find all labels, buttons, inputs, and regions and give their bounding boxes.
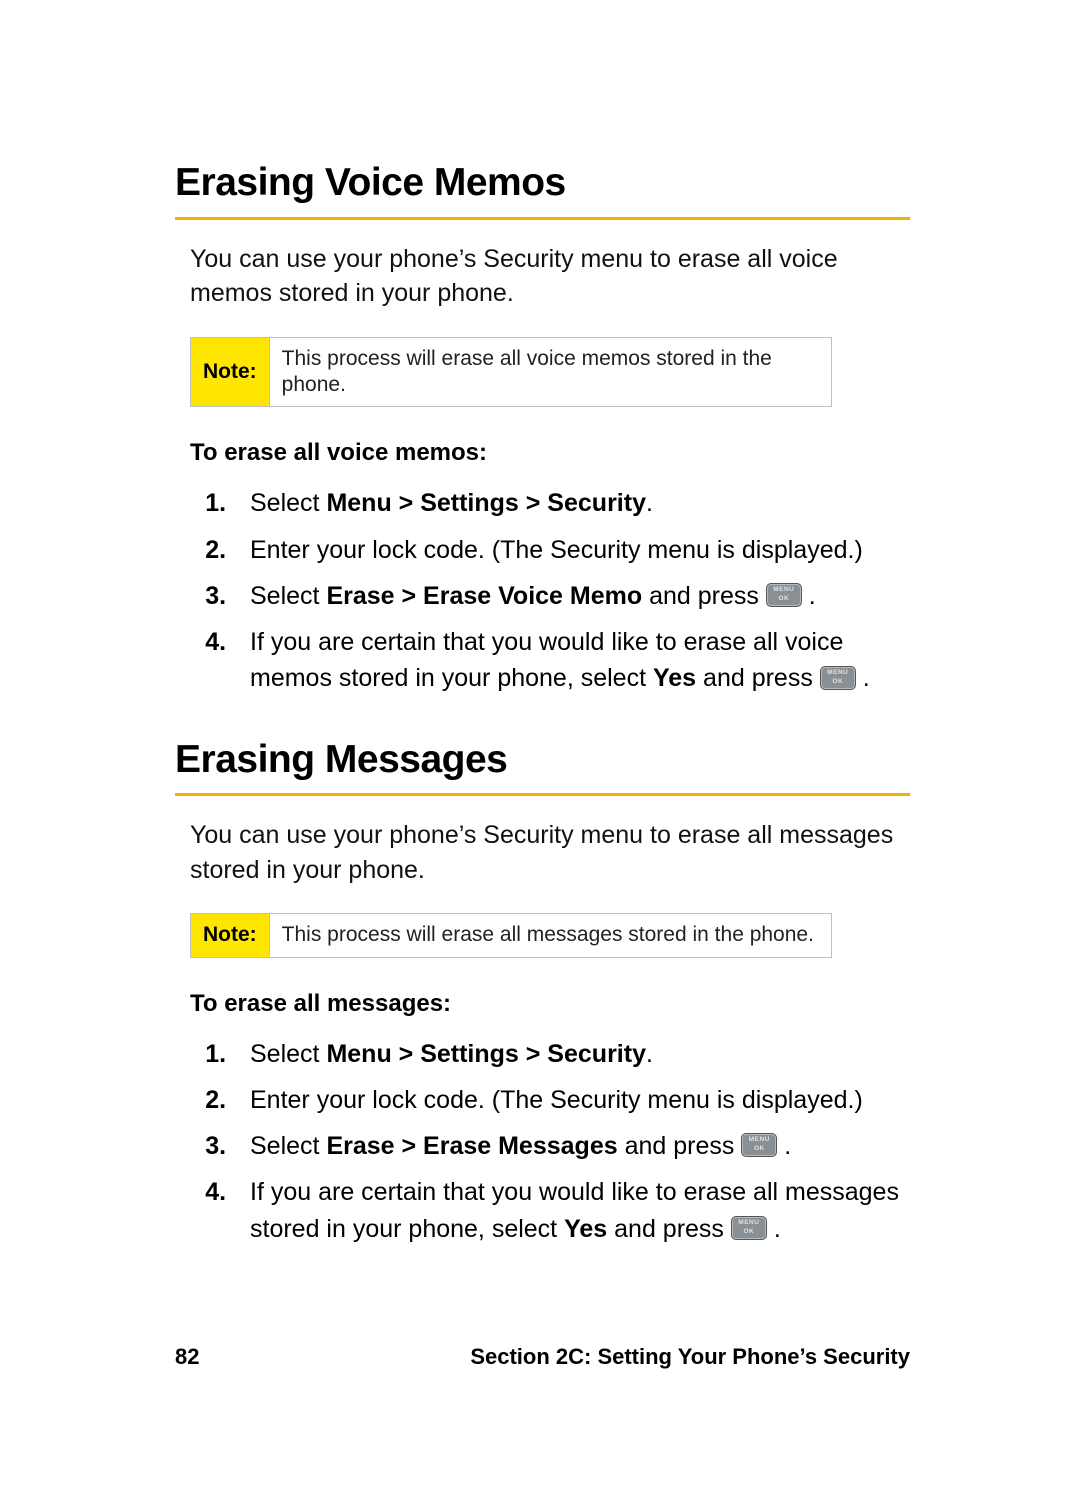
step-bold: Erase > Erase Voice Memo [326, 582, 642, 610]
note-callout: Note: This process will erase all voice … [190, 337, 832, 408]
step-text: . [856, 664, 870, 692]
note-label: Note: [191, 914, 270, 956]
step-text: Select [250, 1040, 326, 1068]
step-item: Select Erase > Erase Messages and press … [240, 1128, 910, 1164]
step-text: Select [250, 582, 326, 610]
step-text: Enter your lock code. (The Security menu… [250, 1086, 863, 1114]
menu-ok-button-icon [741, 1133, 777, 1157]
section-erasing-messages: Erasing Messages You can use your phone’… [175, 737, 910, 1247]
page-number: 82 [175, 1344, 199, 1370]
step-text: . [767, 1215, 781, 1243]
step-text: and press [696, 664, 820, 692]
menu-ok-button-icon [820, 666, 856, 690]
step-item: Enter your lock code. (The Security menu… [240, 532, 910, 568]
step-text: and press [642, 582, 766, 610]
footer-section-label: Section 2C: Setting Your Phone’s Securit… [470, 1344, 910, 1370]
step-text: . [646, 489, 653, 517]
step-text: Select [250, 489, 326, 517]
step-bold: Menu > Settings > Security [326, 1040, 646, 1068]
section-intro: You can use your phone’s Security menu t… [190, 242, 910, 311]
page-footer: 82 Section 2C: Setting Your Phone’s Secu… [175, 1344, 910, 1370]
section-title: Erasing Voice Memos [175, 160, 910, 207]
step-bold: Erase > Erase Messages [326, 1132, 617, 1160]
step-item: If you are certain that you would like t… [240, 624, 910, 697]
step-item: Select Menu > Settings > Security. [240, 485, 910, 521]
step-item: If you are certain that you would like t… [240, 1174, 910, 1247]
note-text: This process will erase all voice memos … [270, 338, 831, 407]
note-callout: Note: This process will erase all messag… [190, 913, 832, 957]
steps-list: Select Menu > Settings > Security. Enter… [200, 485, 910, 696]
section-divider [175, 217, 910, 220]
menu-ok-button-icon [731, 1216, 767, 1240]
instructions-heading: To erase all messages: [190, 990, 910, 1018]
step-text: Select [250, 1132, 326, 1160]
manual-page: Erasing Voice Memos You can use your pho… [0, 0, 1080, 1512]
section-intro: You can use your phone’s Security menu t… [190, 818, 910, 887]
instructions-heading: To erase all voice memos: [190, 439, 910, 467]
step-text: . [777, 1132, 791, 1160]
note-text: This process will erase all messages sto… [270, 914, 826, 956]
step-text: . [646, 1040, 653, 1068]
step-item: Enter your lock code. (The Security menu… [240, 1082, 910, 1118]
note-label: Note: [191, 338, 270, 407]
steps-list: Select Menu > Settings > Security. Enter… [200, 1036, 910, 1247]
section-divider [175, 793, 910, 796]
step-bold: Menu > Settings > Security [326, 489, 646, 517]
step-bold: Yes [653, 664, 696, 692]
step-bold: Yes [564, 1215, 607, 1243]
section-erasing-voice-memos: Erasing Voice Memos You can use your pho… [175, 160, 910, 697]
step-text: Enter your lock code. (The Security menu… [250, 536, 863, 564]
step-item: Select Menu > Settings > Security. [240, 1036, 910, 1072]
step-item: Select Erase > Erase Voice Memo and pres… [240, 578, 910, 614]
section-title: Erasing Messages [175, 737, 910, 784]
menu-ok-button-icon [766, 583, 802, 607]
step-text: . [802, 582, 816, 610]
step-text: and press [618, 1132, 742, 1160]
step-text: and press [607, 1215, 731, 1243]
